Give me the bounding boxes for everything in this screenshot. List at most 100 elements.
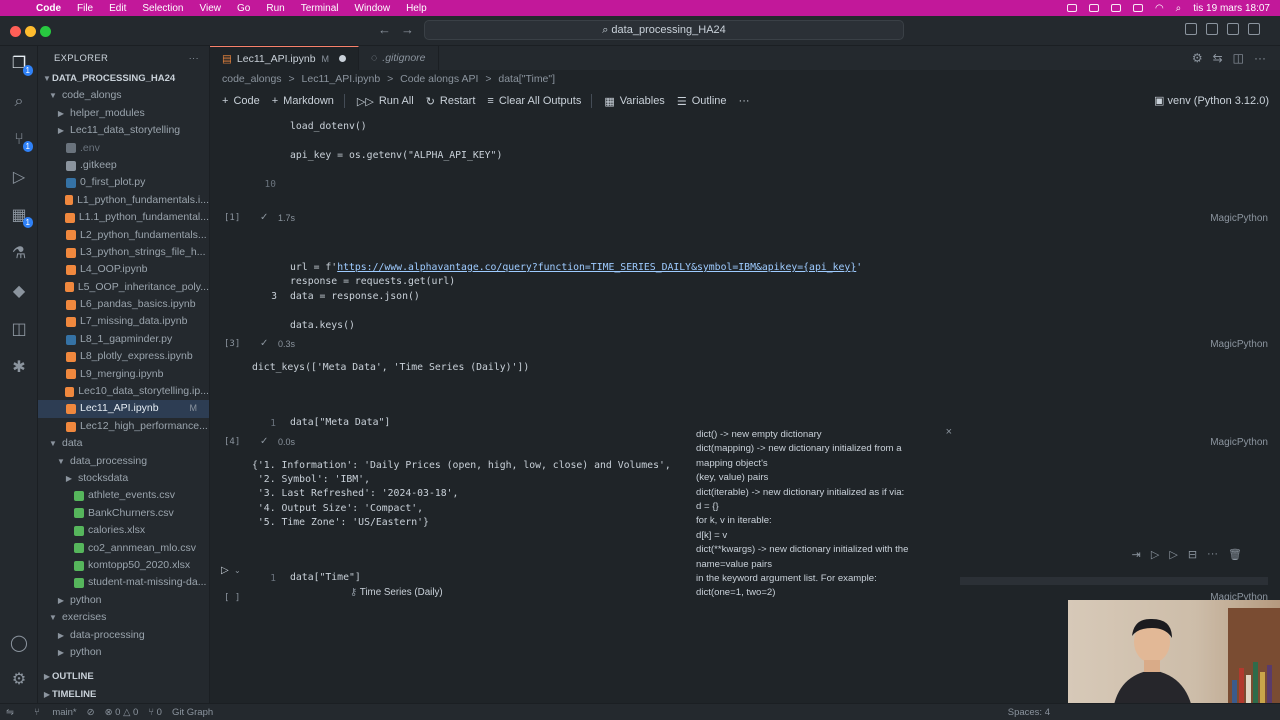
tree-folder[interactable]: ▼ code_alongs [38, 87, 209, 104]
zoom-window-button[interactable] [40, 26, 51, 37]
menu-app-name[interactable]: Code [28, 3, 69, 14]
execute-cell-icon[interactable]: ▷ [1151, 548, 1159, 561]
menu-help[interactable]: Help [398, 3, 435, 14]
tree-folder[interactable]: ▶ Lec11_data_storytelling [38, 122, 209, 139]
testing-icon[interactable]: ⚗ [9, 244, 29, 264]
code-line[interactable]: url = f'https://www.alphavantage.co/quer… [290, 262, 862, 273]
menu-run[interactable]: Run [258, 3, 292, 14]
gear-icon[interactable]: ⚙ [1192, 51, 1203, 65]
spotlight-icon[interactable]: ⌕ [1176, 3, 1182, 14]
code-line[interactable]: data["Meta Data"] [290, 417, 390, 428]
tree-folder[interactable]: ▶ data-processing [38, 627, 209, 644]
tree-folder[interactable]: ▼ data [38, 435, 209, 452]
variables-button[interactable]: ▦ Variables [604, 95, 664, 108]
code-line[interactable]: load_dotenv() [290, 121, 367, 132]
close-window-button[interactable] [10, 26, 21, 37]
split-compare-icon[interactable]: ⇆ [1213, 51, 1223, 65]
wifi-icon[interactable]: ◠ [1155, 3, 1164, 14]
tree-file[interactable]: L4_OOP.ipynb [38, 261, 209, 278]
tab-gitignore[interactable]: ◌ .gitignore [359, 46, 439, 70]
manage-gear-icon[interactable]: ⚙ [9, 670, 29, 690]
tree-file[interactable]: L3_python_strings_file_h... [38, 244, 209, 261]
restart-button[interactable]: ↻ Restart [426, 95, 476, 108]
cell-language[interactable]: MagicPython [1210, 437, 1268, 448]
code-line[interactable]: response = requests.get(url) [290, 276, 455, 287]
minimize-window-button[interactable] [25, 26, 36, 37]
more-actions-icon[interactable]: ··· [1254, 51, 1266, 65]
extensions-icon[interactable]: ▦ 1 [9, 206, 33, 228]
snowflake-icon[interactable]: ✱ [9, 358, 29, 378]
run-debug-icon[interactable]: ▷ [9, 168, 29, 188]
remote-explorer-icon[interactable]: ◫ [9, 320, 29, 340]
run-all-button[interactable]: ▷▷ Run All [357, 95, 414, 108]
status-tray-icon[interactable] [1110, 4, 1121, 12]
tree-file[interactable]: .env [38, 140, 209, 157]
breadcrumb-item[interactable]: Code alongs API [400, 73, 478, 85]
close-icon[interactable]: × [946, 426, 952, 438]
tree-folder[interactable]: ▶ helper_modules [38, 105, 209, 122]
explorer-icon[interactable]: ❐ 1 [9, 54, 33, 76]
docker-icon[interactable]: ◆ [9, 282, 29, 302]
tree-file[interactable]: .gitkeep [38, 157, 209, 174]
menu-edit[interactable]: Edit [101, 3, 134, 14]
menu-file[interactable]: File [69, 3, 101, 14]
tree-file[interactable]: L8_1_gapminder.py [38, 331, 209, 348]
split-editor-icon[interactable]: ◫ [1233, 51, 1244, 65]
unsaved-dot-icon[interactable] [339, 55, 347, 62]
tree-folder[interactable]: ▼ data_processing [38, 453, 209, 470]
source-control-icon[interactable]: ⑂ 1 [9, 130, 33, 152]
battery-icon[interactable] [1132, 4, 1143, 12]
autocomplete-suggestion[interactable]: ⚷ Time Series (Daily) [346, 585, 692, 601]
command-center-search[interactable]: ⌕ data_processing_HA24 [424, 20, 904, 40]
status-tray-icon[interactable] [1066, 4, 1077, 12]
tree-file[interactable]: L1.1_python_fundamental... [38, 209, 209, 226]
tab-lec11-api[interactable]: ▤ Lec11_API.ipynb M [210, 46, 360, 70]
more-toolbar-button[interactable]: ··· [739, 95, 750, 107]
clock[interactable]: tis 19 mars 18:07 [1193, 3, 1270, 14]
kernel-picker[interactable]: ▣ venv (Python 3.12.0) [1154, 91, 1269, 111]
tree-file[interactable]: athlete_events.csv [38, 487, 209, 504]
cell-language[interactable]: MagicPython [1210, 339, 1268, 350]
toggle-sidebar-icon[interactable] [1185, 23, 1197, 35]
delete-cell-icon[interactable]: 🗑 [1228, 548, 1242, 561]
branch-indicator[interactable]: ⑂ main* [24, 707, 77, 718]
problems-indicator[interactable]: ⊗ 0 △ 0 [105, 707, 139, 718]
tree-file[interactable]: L9_merging.ipynb [38, 366, 209, 383]
tree-file[interactable]: L2_python_fundamentals... [38, 227, 209, 244]
tree-file[interactable]: L7_missing_data.ipynb [38, 313, 209, 330]
add-markdown-cell-button[interactable]: + Markdown [272, 95, 334, 107]
menu-terminal[interactable]: Terminal [293, 3, 347, 14]
url-link[interactable]: https://www.alphavantage.co/query?functi… [337, 262, 856, 273]
workspace-root[interactable]: ▼ DATA_PROCESSING_HA24 [38, 70, 209, 87]
menu-view[interactable]: View [192, 3, 230, 14]
active-code-line[interactable]: data["Time"] [290, 572, 361, 583]
git-graph-button[interactable]: Git Graph [172, 707, 213, 718]
sync-icon[interactable]: ⊘ [87, 707, 95, 718]
nav-arrows[interactable]: ←→ [378, 22, 424, 37]
run-options-chevron-icon[interactable]: ⌄ [234, 566, 241, 575]
indentation-indicator[interactable]: Spaces: 4 [1008, 707, 1050, 718]
breadcrumb-item[interactable]: data["Time"] [498, 73, 555, 85]
customize-layout-icon[interactable] [1248, 23, 1260, 35]
cell-language[interactable]: MagicPython [1210, 213, 1268, 224]
split-cell-icon[interactable]: ⊟ [1188, 548, 1197, 561]
tree-folder[interactable]: ▼ exercises [38, 609, 209, 626]
tree-file[interactable]: komtopp50_2020.xlsx [38, 557, 209, 574]
tree-file[interactable]: L5_OOP_inheritance_poly... [38, 279, 209, 296]
breadcrumb-item[interactable]: code_alongs [222, 73, 282, 85]
account-icon[interactable]: ◯ [9, 634, 29, 654]
more-actions-icon[interactable]: ··· [1207, 548, 1218, 561]
toggle-panel-icon[interactable] [1206, 23, 1218, 35]
tree-file[interactable]: L1_python_fundamentals.i... [38, 192, 209, 209]
execute-below-icon[interactable]: ▷ [1169, 548, 1177, 561]
more-actions-icon[interactable]: ··· [189, 53, 199, 64]
code-line[interactable]: data = response.json() [290, 291, 420, 302]
timeline-section[interactable]: ▶ TIMELINE [38, 686, 209, 703]
status-tray-icon[interactable] [1088, 4, 1099, 12]
tree-file[interactable]: Lec11_API.ipynb M [38, 400, 209, 418]
tree-file[interactable]: L8_plotly_express.ipynb [38, 348, 209, 365]
tree-folder[interactable]: ▶ python [38, 592, 209, 609]
outline-button[interactable]: ☰ Outline [677, 95, 727, 108]
remote-indicator-icon[interactable]: ⇋ [6, 707, 14, 718]
tree-file[interactable]: L6_pandas_basics.ipynb [38, 296, 209, 313]
